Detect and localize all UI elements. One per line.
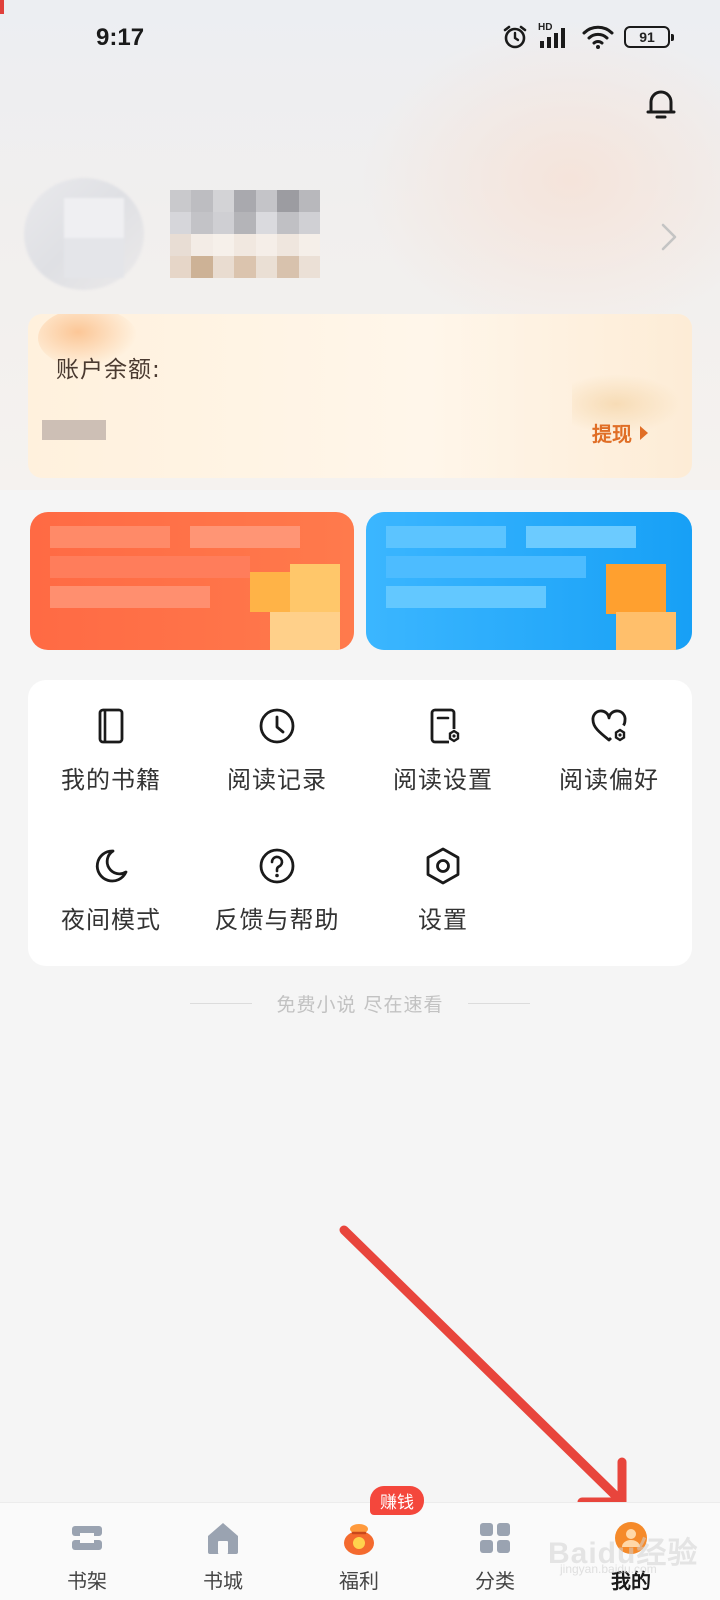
menu-my-books[interactable]: 我的书籍 bbox=[28, 680, 194, 800]
user-profile-info[interactable] bbox=[170, 190, 320, 290]
annotation-arrow-icon bbox=[339, 1225, 627, 1507]
tab-category[interactable]: 分类 bbox=[440, 1503, 550, 1600]
balance-label: 账户余额: bbox=[56, 357, 161, 383]
wifi-icon bbox=[582, 25, 614, 49]
moon-icon bbox=[95, 849, 128, 883]
tab-bookshelf[interactable]: 书架 bbox=[32, 1503, 142, 1600]
heart-settings-icon bbox=[591, 709, 627, 742]
promo-banner-left[interactable] bbox=[30, 512, 354, 650]
tab-welfare[interactable]: 福利 bbox=[304, 1503, 414, 1600]
status-bar: 9:17 HD 91 bbox=[0, 0, 720, 80]
menu-night-mode[interactable]: 夜间模式 bbox=[28, 820, 194, 940]
watermark-url: jingyan.baidu.com bbox=[560, 1562, 657, 1576]
menu-reading-settings[interactable]: 阅读设置 bbox=[360, 680, 526, 800]
status-time: 9:17 bbox=[96, 24, 145, 51]
menu-reading-history[interactable]: 阅读记录 bbox=[194, 680, 360, 800]
battery-indicator: 91 bbox=[624, 26, 674, 48]
user-avatar[interactable] bbox=[24, 178, 144, 290]
grid-icon bbox=[480, 1523, 510, 1553]
reading-settings-icon bbox=[430, 708, 460, 744]
slogan: 免费小说 尽在速看 bbox=[276, 994, 444, 1016]
profile-chevron-icon[interactable] bbox=[660, 222, 678, 252]
withdraw-button[interactable]: 提现 bbox=[592, 418, 648, 447]
withdraw-label: 提现 bbox=[592, 422, 632, 446]
menu-panel: 我的书籍 阅读记录 阅读设置 阅读偏好 夜间模式 反馈与帮助 设置 bbox=[28, 680, 692, 966]
promo-banner-right[interactable] bbox=[366, 512, 692, 650]
help-icon bbox=[259, 848, 295, 884]
status-icons: HD 91 bbox=[502, 22, 674, 50]
slogan-divider-right bbox=[468, 1003, 530, 1004]
tab-bookstore[interactable]: 书城 bbox=[168, 1503, 278, 1600]
bookshelf-icon bbox=[72, 1526, 102, 1550]
balance-card: 账户余额: 提现 bbox=[28, 314, 692, 478]
earn-badge: 赚钱 bbox=[370, 1486, 424, 1515]
menu-reading-preference[interactable]: 阅读偏好 bbox=[526, 680, 692, 800]
gift-bag-icon bbox=[344, 1524, 374, 1555]
clock-icon bbox=[259, 708, 295, 744]
book-icon bbox=[98, 708, 124, 744]
alarm-icon bbox=[503, 25, 527, 49]
notification-bell-icon[interactable] bbox=[643, 86, 679, 122]
menu-feedback-help[interactable]: 反馈与帮助 bbox=[194, 820, 360, 940]
menu-settings[interactable]: 设置 bbox=[360, 820, 526, 940]
cellular-signal: HD bbox=[538, 22, 572, 50]
home-icon bbox=[208, 1523, 238, 1554]
signal-icon bbox=[540, 28, 565, 48]
balance-amount-redacted bbox=[42, 420, 106, 440]
settings-icon bbox=[426, 847, 460, 885]
caret-right-icon bbox=[640, 425, 648, 440]
